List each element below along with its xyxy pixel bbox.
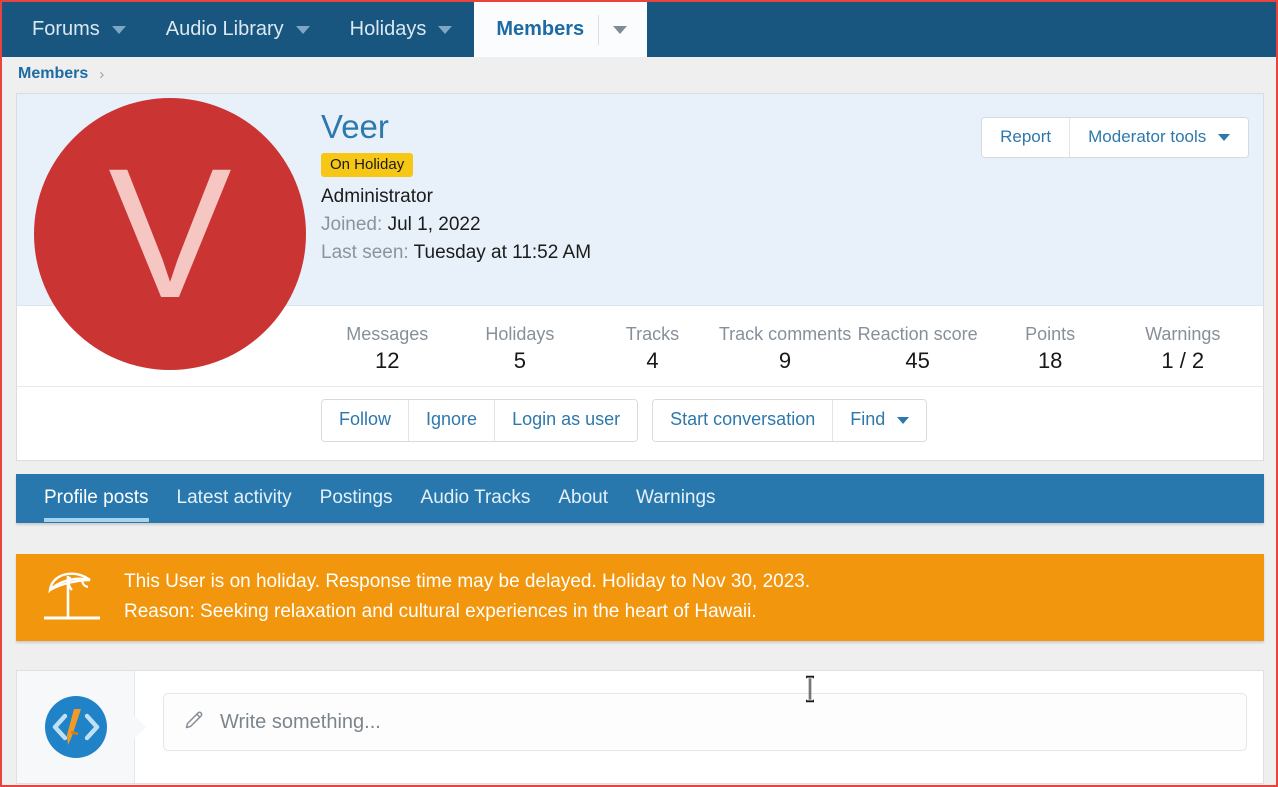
report-button[interactable]: Report [982,118,1069,157]
write-something-input[interactable]: Write something... [163,693,1247,751]
stat-points-label: Points [984,322,1117,346]
stat-track-comments-value[interactable]: 9 [719,346,852,376]
avatar[interactable]: V [34,98,306,370]
start-conversation-button[interactable]: Start conversation [653,400,832,441]
tab-warnings[interactable]: Warnings [622,475,730,522]
stat-tracks: Tracks 4 [586,322,719,376]
chevron-down-icon [897,417,909,424]
stat-messages-value[interactable]: 12 [321,346,454,376]
composer-avatar-area [17,671,135,783]
joined-value: Jul 1, 2022 [388,214,481,235]
avatar[interactable] [45,696,107,758]
holiday-notice-text: This User is on holiday. Response time m… [124,567,810,627]
holiday-notice-line-2: Reason: Seeking relaxation and cultural … [124,597,810,627]
breadcrumb: Members › [2,57,1276,91]
ignore-button[interactable]: Ignore [408,400,494,441]
header-action-buttons: Report Moderator tools [981,117,1249,158]
nav-divider [598,15,599,45]
status-badge: On Holiday [321,153,413,177]
stat-reaction-score: Reaction score 45 [851,322,984,376]
beach-umbrella-icon [38,566,110,629]
write-something-placeholder: Write something... [220,711,381,734]
chevron-down-icon[interactable] [296,26,310,34]
nav-item-audio-library-label[interactable]: Audio Library [148,2,296,57]
stat-tracks-value[interactable]: 4 [586,346,719,376]
chevron-down-icon [1218,134,1230,141]
stat-holidays-label: Holidays [454,322,587,346]
stat-holidays-value[interactable]: 5 [454,346,587,376]
stat-messages-label: Messages [321,322,454,346]
stat-reaction-score-label: Reaction score [851,322,984,346]
login-as-user-button[interactable]: Login as user [494,400,637,441]
stat-messages: Messages 12 [321,322,454,376]
stat-points: Points 18 [984,322,1117,376]
stat-holidays: Holidays 5 [454,322,587,376]
find-button[interactable]: Find [832,400,926,441]
breadcrumb-item-members[interactable]: Members [18,65,88,83]
profile-action-group-secondary: Start conversation Find [652,399,927,442]
nav-item-forums-label[interactable]: Forums [20,2,112,57]
browser-viewport: Forums Audio Library Holidays Members Me… [0,0,1278,787]
stat-warnings: Warnings 1 / 2 [1116,322,1249,376]
report-button-label: Report [1000,127,1051,146]
nav-item-members[interactable]: Members [474,2,647,57]
nav-item-holidays-label[interactable]: Holidays [332,2,439,57]
last-seen: Last seen: Tuesday at 11:52 AM [321,242,1249,264]
profile-action-group-primary: Follow Ignore Login as user [321,399,638,442]
holiday-notice-banner: This User is on holiday. Response time m… [16,554,1264,641]
follow-button[interactable]: Follow [322,400,408,441]
breadcrumb-separator-icon: › [99,66,104,83]
stat-warnings-value[interactable]: 1 / 2 [1116,346,1249,376]
tab-profile-posts[interactable]: Profile posts [30,475,163,522]
tab-postings[interactable]: Postings [306,475,407,522]
tab-about[interactable]: About [544,475,622,522]
user-role: Administrator [321,186,1249,208]
tab-audio-tracks[interactable]: Audio Tracks [407,475,545,522]
stat-points-value[interactable]: 18 [984,346,1117,376]
chevron-down-icon[interactable] [613,26,627,34]
joined-label: Joined: [321,214,382,235]
chevron-down-icon[interactable] [112,26,126,34]
main-navigation-bar: Forums Audio Library Holidays Members [2,2,1276,57]
holiday-notice-line-1: This User is on holiday. Response time m… [124,567,810,597]
chevron-down-icon[interactable] [438,26,452,34]
last-seen-label: Last seen: [321,242,409,263]
joined-date: Joined: Jul 1, 2022 [321,214,1249,236]
member-profile-card: V Veer On Holiday Administrator Joined: … [16,93,1264,461]
stat-track-comments-label: Track comments [719,322,852,346]
profile-post-composer: Write something... [16,670,1264,784]
pencil-icon [182,708,206,737]
nav-item-audio-library[interactable]: Audio Library [148,2,332,57]
find-button-label: Find [850,409,885,429]
stat-reaction-score-value[interactable]: 45 [851,346,984,376]
nav-item-members-label[interactable]: Members [474,2,598,57]
stat-track-comments: Track comments 9 [719,322,852,376]
moderator-tools-button-label: Moderator tools [1088,127,1206,146]
profile-tab-bar: Profile posts Latest activity Postings A… [16,474,1264,523]
last-seen-value: Tuesday at 11:52 AM [414,242,591,263]
composer-pointer [134,715,146,739]
stat-tracks-label: Tracks [586,322,719,346]
moderator-tools-button[interactable]: Moderator tools [1069,118,1248,157]
nav-item-forums[interactable]: Forums [20,2,148,57]
profile-action-buttons: Follow Ignore Login as user Start conver… [17,387,1263,460]
stat-warnings-label: Warnings [1116,322,1249,346]
profile-header: V Veer On Holiday Administrator Joined: … [17,94,1263,306]
tab-latest-activity[interactable]: Latest activity [163,475,306,522]
nav-item-holidays[interactable]: Holidays [332,2,475,57]
composer-input-area: Write something... [135,671,1263,783]
